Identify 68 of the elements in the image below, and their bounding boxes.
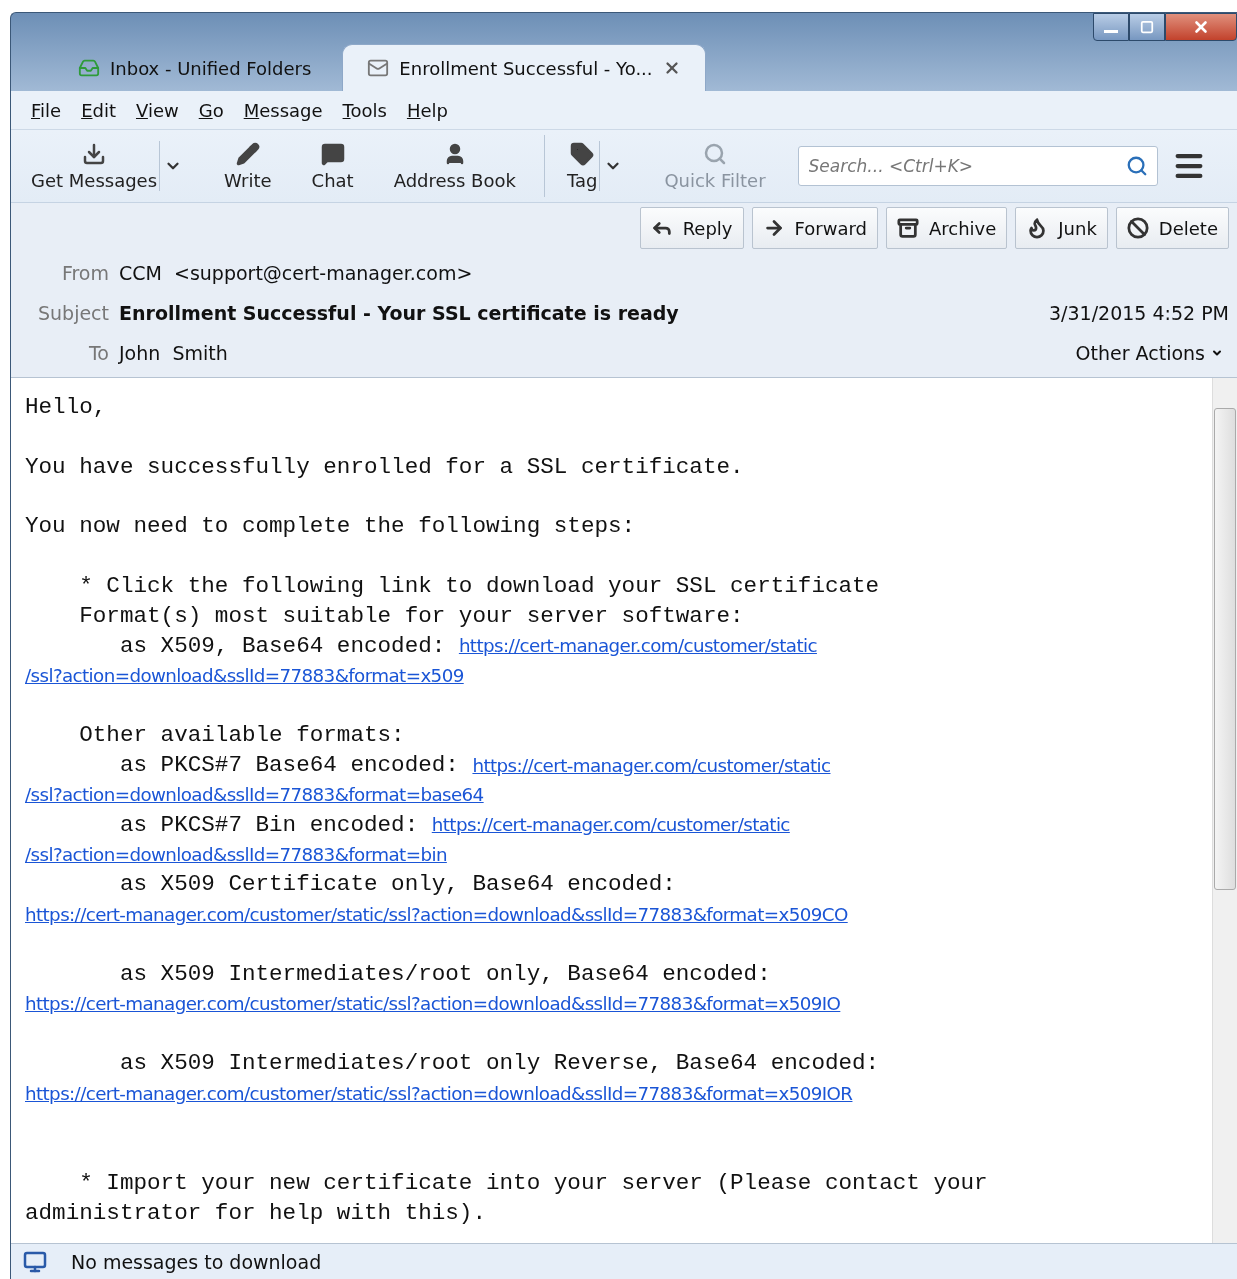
write-icon — [235, 141, 260, 166]
minimize-button[interactable] — [1093, 13, 1129, 41]
field-label: Subject — [36, 302, 109, 324]
menu-item[interactable]: Help — [396, 99, 458, 121]
maximize-button[interactable] — [1129, 13, 1165, 41]
action-button[interactable]: Delete — [1115, 207, 1229, 249]
download-icon — [82, 141, 107, 166]
link[interactable]: /ssl?action=download&sslId=77883&format=base64 — [25, 784, 484, 806]
toolbar-button[interactable]: Chat — [299, 137, 366, 195]
sender: CCM <support@cert-manager.com> — [119, 262, 474, 284]
toolbar-button[interactable]: Write — [212, 137, 284, 195]
body-text: * Click the following link to download your SSL certificate — [78, 573, 880, 599]
link[interactable]: https://cert-manager.com/customer/static/ssl?action=download&sslId=77883&format=x509IOR — [25, 1082, 853, 1104]
tab[interactable]: Enrollment Successful - Yo... — [342, 44, 706, 91]
recipient: John Smith — [119, 342, 229, 364]
menu-item[interactable]: Go — [188, 99, 234, 121]
toolbar-button[interactable]: Tag — [554, 137, 610, 195]
action-button[interactable]: Junk — [1015, 207, 1108, 249]
body-text: Format(s) most suitable for your server software: — [78, 602, 744, 629]
tab[interactable]: Inbox - Unified Folders — [53, 44, 337, 91]
body-text: as X509, Base64 encoded: — [118, 632, 447, 659]
body-text: as X509 Intermediates/root only Reverse, Base64 encoded: — [118, 1050, 880, 1077]
menu-item[interactable]: Edit — [71, 99, 126, 121]
link[interactable]: https://cert-manager.com/customer/static/ssl?action=download&sslId=77883&format=x509IO — [25, 993, 841, 1015]
search-icon[interactable] — [1125, 155, 1148, 177]
close-icon — [1192, 18, 1210, 36]
link[interactable]: https://cert-manager.com/customer/static — [431, 814, 790, 836]
inbox-icon — [78, 57, 100, 79]
toolbar-button[interactable]: Get Messages — [19, 137, 170, 195]
body-text: Other available formats: — [78, 722, 405, 749]
archive-icon — [896, 217, 919, 239]
delete-icon — [1126, 217, 1149, 239]
action-button[interactable]: Forward — [751, 207, 878, 249]
status-text: No messages to download — [71, 1251, 322, 1273]
link[interactable]: /ssl?action=download&sslId=77883&format=bin — [25, 844, 447, 866]
field-label: From — [60, 262, 109, 284]
body-text: You now need to complete the following steps: — [25, 513, 636, 540]
field-label: To — [88, 342, 109, 364]
search-field[interactable]: Search... <Ctrl+K> — [797, 146, 1158, 186]
link[interactable]: https://cert-manager.com/customer/static/ssl?action=download&sslId=77883&format=x509CO — [25, 903, 848, 925]
other-actions-button[interactable]: Other Actions — [1075, 342, 1229, 364]
close-button[interactable] — [1165, 13, 1237, 41]
date: 3/31/2015 4:52 PM — [1048, 302, 1229, 324]
toolbar-button[interactable]: Address Book — [381, 137, 528, 195]
chat-icon — [320, 141, 345, 166]
minimize-icon — [1104, 29, 1118, 33]
action-button[interactable]: Archive — [885, 207, 1008, 249]
body-text: You have successfully enrolled for a SSL certificate. — [25, 453, 744, 480]
menu-item[interactable]: File — [21, 99, 72, 121]
body-text: as PKCS#7 Bin encoded: — [118, 811, 420, 838]
subject: Enrollment Successful - Your SSL certificate is ready — [119, 302, 680, 324]
scrollbar[interactable] — [1212, 378, 1237, 1243]
body-text: as X509 Intermediates/root only, Base64 encoded: — [118, 960, 771, 987]
link[interactable]: https://cert-manager.com/customer/static — [472, 754, 831, 776]
link[interactable]: https://cert-manager.com/customer/static — [458, 635, 817, 657]
body-text: as X509 Certificate only, Base64 encoded: — [118, 871, 676, 898]
action-button[interactable]: Reply — [639, 207, 744, 249]
body-text: administrator for help with this). — [25, 1199, 486, 1226]
menu-item[interactable]: Message — [233, 99, 333, 121]
body-text: as PKCS#7 Base64 encoded: — [118, 752, 460, 779]
menu-item[interactable]: View — [126, 99, 189, 121]
body-text: Hello, — [25, 393, 107, 420]
envelope-icon — [367, 57, 390, 79]
menu-item[interactable]: Tools — [332, 99, 397, 121]
maximize-icon — [1140, 20, 1154, 34]
link[interactable]: /ssl?action=download&sslId=77883&format=x509 — [25, 665, 464, 686]
tag-icon — [570, 141, 595, 166]
body-text: * Import your new certificate into your server (Please contact your — [78, 1169, 988, 1196]
